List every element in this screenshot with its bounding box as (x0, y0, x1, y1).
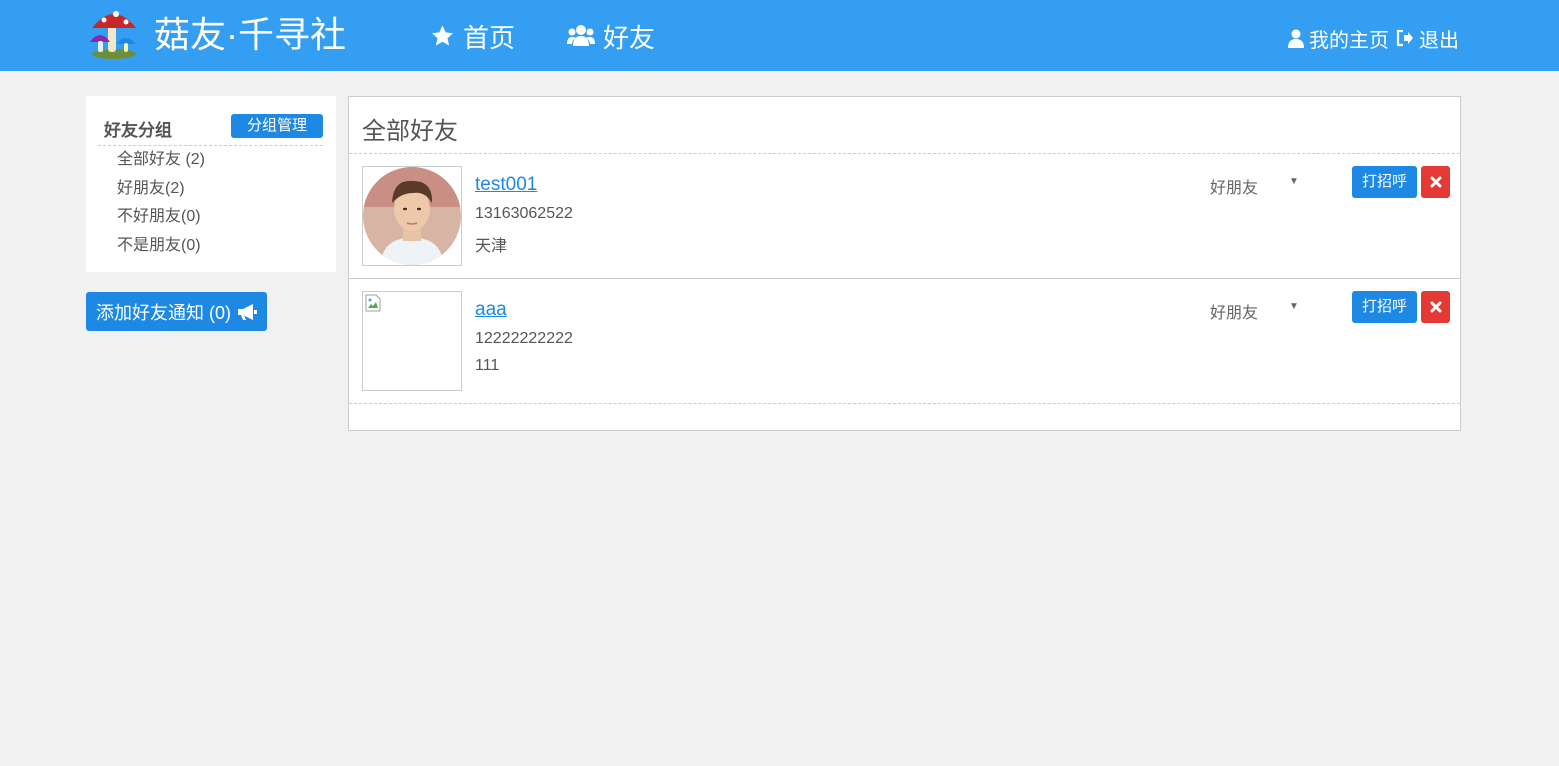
notify-label: 添加好友通知 (0) (96, 302, 231, 323)
logout-link[interactable]: 退出 (1396, 24, 1459, 52)
friends-list-panel: 全部好友 test001 13163062522 天津 好朋友 ▼ 打招呼 aa… (348, 96, 1461, 431)
friend-row: test001 13163062522 天津 好朋友 ▼ 打招呼 (349, 154, 1460, 279)
bullhorn-icon (237, 303, 257, 320)
my-homepage-label: 我的主页 (1309, 29, 1389, 52)
friend-group-value: 好朋友 (1210, 305, 1259, 322)
manage-groups-button[interactable]: 分组管理 (231, 114, 323, 138)
broken-image-icon (365, 294, 381, 312)
friend-avatar[interactable] (362, 291, 462, 391)
dropdown-arrow-icon: ▼ (1289, 301, 1299, 312)
delete-friend-button[interactable] (1421, 166, 1450, 198)
nav-home-label: 首页 (463, 22, 516, 53)
nav-friends-link[interactable]: 好友 (567, 18, 655, 54)
friend-request-notify-button[interactable]: 添加好友通知 (0) (86, 292, 267, 331)
friend-name-link[interactable]: test001 (475, 174, 537, 196)
friend-avatar[interactable] (362, 166, 462, 266)
dropdown-arrow-icon: ▼ (1289, 176, 1299, 187)
friend-phone: 12222222222 (475, 330, 573, 347)
friend-group-value: 好朋友 (1210, 180, 1259, 197)
my-homepage-link[interactable]: 我的主页 (1288, 24, 1389, 52)
friend-group-panel: 好友分组 分组管理 全部好友 (2) 好朋友(2) 不好朋友(0) 不是朋友(0… (86, 96, 336, 272)
users-icon (567, 24, 595, 48)
group-item-good-friends[interactable]: 好朋友(2) (117, 177, 205, 206)
top-navbar: 菇友·千寻社 首页 好友 我的主页 退出 (0, 0, 1559, 71)
nav-home-link[interactable]: 首页 (430, 18, 515, 54)
close-icon (1430, 301, 1442, 313)
friend-group-select[interactable]: 好朋友 ▼ (1210, 174, 1302, 198)
user-icon (1288, 29, 1304, 48)
friend-city: 天津 (475, 238, 508, 255)
close-icon (1430, 176, 1442, 188)
brand-title[interactable]: 菇友·千寻社 (154, 12, 346, 58)
greet-button[interactable]: 打招呼 (1352, 166, 1417, 198)
group-item-not-friends[interactable]: 不是朋友(0) (117, 234, 205, 263)
friend-city: 111 (475, 357, 500, 374)
nav-friends-label: 好友 (603, 22, 656, 53)
sign-out-icon (1396, 29, 1414, 47)
friend-group-select[interactable]: 好朋友 ▼ (1210, 299, 1302, 323)
friend-row: aaa 12222222222 111 好朋友 ▼ 打招呼 (349, 279, 1460, 404)
friend-name-link[interactable]: aaa (475, 299, 507, 321)
mushroom-logo[interactable] (86, 4, 142, 60)
group-item-all[interactable]: 全部好友 (2) (117, 148, 205, 177)
friends-panel-title: 全部好友 (362, 118, 458, 145)
logout-label: 退出 (1419, 29, 1459, 52)
group-item-not-good-friends[interactable]: 不好朋友(0) (117, 205, 205, 234)
group-list: 全部好友 (2) 好朋友(2) 不好朋友(0) 不是朋友(0) (117, 148, 205, 262)
delete-friend-button[interactable] (1421, 291, 1450, 323)
greet-button[interactable]: 打招呼 (1352, 291, 1417, 323)
star-icon (430, 24, 455, 48)
group-panel-header: 好友分组 分组管理 (98, 114, 323, 146)
group-panel-title: 好友分组 (104, 121, 172, 140)
friend-phone: 13163062522 (475, 205, 573, 222)
